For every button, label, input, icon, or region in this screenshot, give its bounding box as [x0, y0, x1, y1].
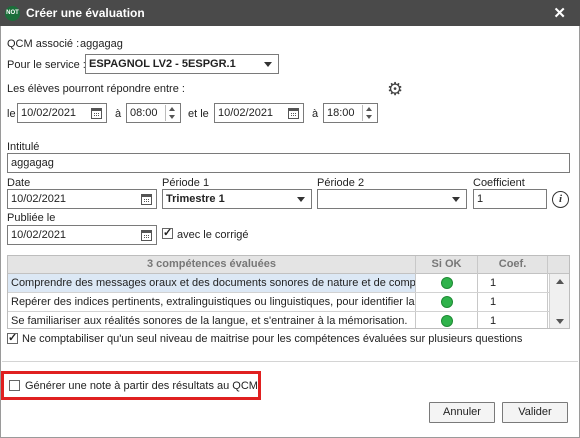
column-header-siok[interactable]: Si OK — [416, 256, 478, 274]
and-label: et le — [188, 108, 209, 120]
response-window-label: Les élèves pourront répondre entre : — [7, 83, 185, 95]
time-spinner[interactable] — [165, 105, 179, 121]
coefficient-value: 1 — [477, 193, 484, 205]
from-prefix-label: le — [7, 108, 16, 120]
calendar-icon[interactable] — [141, 194, 152, 205]
at-label-1: à — [115, 108, 122, 120]
publiee-date-field[interactable]: 10/02/2021 — [7, 225, 157, 245]
status-dot-icon[interactable] — [441, 296, 453, 308]
window-title: Créer une évaluation — [26, 6, 145, 20]
competence-label: Se familiariser aux réalités sonores de … — [8, 312, 416, 328]
spin-up-icon[interactable] — [169, 107, 175, 111]
coef-cell[interactable]: 1 — [478, 312, 548, 328]
coef-cell[interactable]: 1 — [478, 293, 548, 311]
periode2-label: Période 2 — [317, 177, 365, 189]
status-dot-icon[interactable] — [441, 315, 453, 327]
periode1-label: Période 1 — [162, 177, 210, 189]
avec-corrige-label: avec le corrigé — [177, 229, 249, 241]
app-logo-icon: NOT — [5, 6, 20, 21]
calendar-icon[interactable] — [91, 108, 102, 119]
table-header: 3 compétences évaluées Si OK Coef. — [8, 256, 569, 274]
date-value: 10/02/2021 — [11, 193, 67, 205]
chevron-down-icon — [297, 197, 305, 202]
table-row[interactable]: Se familiariser aux réalités sonores de … — [8, 312, 569, 328]
competences-table: 3 compétences évaluées Si OK Coef. Compr… — [7, 255, 570, 329]
from-date-value: 10/02/2021 — [21, 107, 77, 119]
column-header-coef[interactable]: Coef. — [478, 256, 548, 274]
validate-button[interactable]: Valider — [502, 402, 568, 423]
time-spinner[interactable] — [362, 105, 376, 121]
single-level-checkbox[interactable] — [7, 331, 18, 344]
dialog-body: QCM associé : aggagag Pour le service : … — [0, 26, 580, 438]
generate-note-checkbox[interactable] — [9, 380, 20, 391]
from-time-value: 08:00 — [130, 107, 158, 119]
status-dot-icon[interactable] — [441, 277, 453, 289]
gear-icon[interactable]: ⚙ — [387, 80, 403, 98]
calendar-icon[interactable] — [141, 230, 152, 241]
coefficient-label: Coefficient — [473, 177, 525, 189]
table-row[interactable]: Repérer des indices pertinents, extralin… — [8, 293, 569, 312]
siok-cell — [416, 312, 478, 328]
date-label: Date — [7, 177, 31, 189]
coef-cell[interactable]: 1 — [478, 274, 548, 292]
periode1-value: Trimestre 1 — [166, 193, 225, 205]
service-value: ESPAGNOL LV2 - 5ESPGR.1 — [89, 58, 236, 70]
scroll-down-icon[interactable] — [556, 319, 564, 324]
qcm-value: aggagag — [80, 38, 123, 50]
divider — [2, 361, 578, 362]
publiee-label: Publiée le — [7, 212, 56, 224]
competence-label: Comprendre des messages oraux et des doc… — [8, 274, 416, 292]
intitule-input[interactable]: aggagag — [7, 153, 570, 173]
from-date-field[interactable]: 10/02/2021 — [17, 103, 107, 123]
siok-cell — [416, 293, 478, 311]
calendar-icon[interactable] — [288, 108, 299, 119]
periode2-select[interactable] — [317, 189, 467, 209]
qcm-label: QCM associé : — [7, 38, 80, 50]
at-label-2: à — [312, 108, 319, 120]
avec-corrige-checkbox[interactable] — [162, 226, 173, 239]
siok-cell — [416, 274, 478, 292]
service-select[interactable]: ESPAGNOL LV2 - 5ESPGR.1 — [85, 54, 279, 74]
from-time-stepper[interactable]: 08:00 — [126, 103, 181, 123]
coefficient-input[interactable]: 1 — [473, 189, 547, 209]
competence-label: Repérer des indices pertinents, extralin… — [8, 293, 416, 311]
to-date-value: 10/02/2021 — [218, 107, 274, 119]
spin-up-icon[interactable] — [366, 107, 372, 111]
spin-down-icon[interactable] — [366, 115, 372, 119]
generate-note-label: Générer une note à partir des résultats … — [25, 380, 258, 392]
table-row[interactable]: Comprendre des messages oraux et des doc… — [8, 274, 569, 293]
column-header-competences[interactable]: 3 compétences évaluées — [8, 256, 416, 274]
info-icon[interactable]: i — [552, 191, 569, 208]
service-label: Pour le service : — [7, 59, 86, 71]
intitule-value: aggagag — [11, 157, 54, 169]
scroll-up-icon[interactable] — [556, 279, 564, 284]
chevron-down-icon — [452, 197, 460, 202]
single-level-label: Ne comptabiliser qu'un seul niveau de ma… — [22, 333, 523, 345]
close-icon[interactable]: ✕ — [553, 4, 566, 22]
to-time-stepper[interactable]: 18:00 — [323, 103, 378, 123]
title-bar: NOT Créer une évaluation ✕ — [0, 0, 580, 26]
date-field[interactable]: 10/02/2021 — [7, 189, 157, 209]
cancel-button[interactable]: Annuler — [429, 402, 495, 423]
chevron-down-icon — [264, 62, 272, 67]
intitule-label: Intitulé — [7, 141, 40, 153]
publiee-date-value: 10/02/2021 — [11, 229, 67, 241]
spin-down-icon[interactable] — [169, 115, 175, 119]
to-time-value: 18:00 — [327, 107, 355, 119]
vertical-scrollbar[interactable] — [549, 274, 569, 328]
periode1-select[interactable]: Trimestre 1 — [162, 189, 312, 209]
to-date-field[interactable]: 10/02/2021 — [214, 103, 304, 123]
